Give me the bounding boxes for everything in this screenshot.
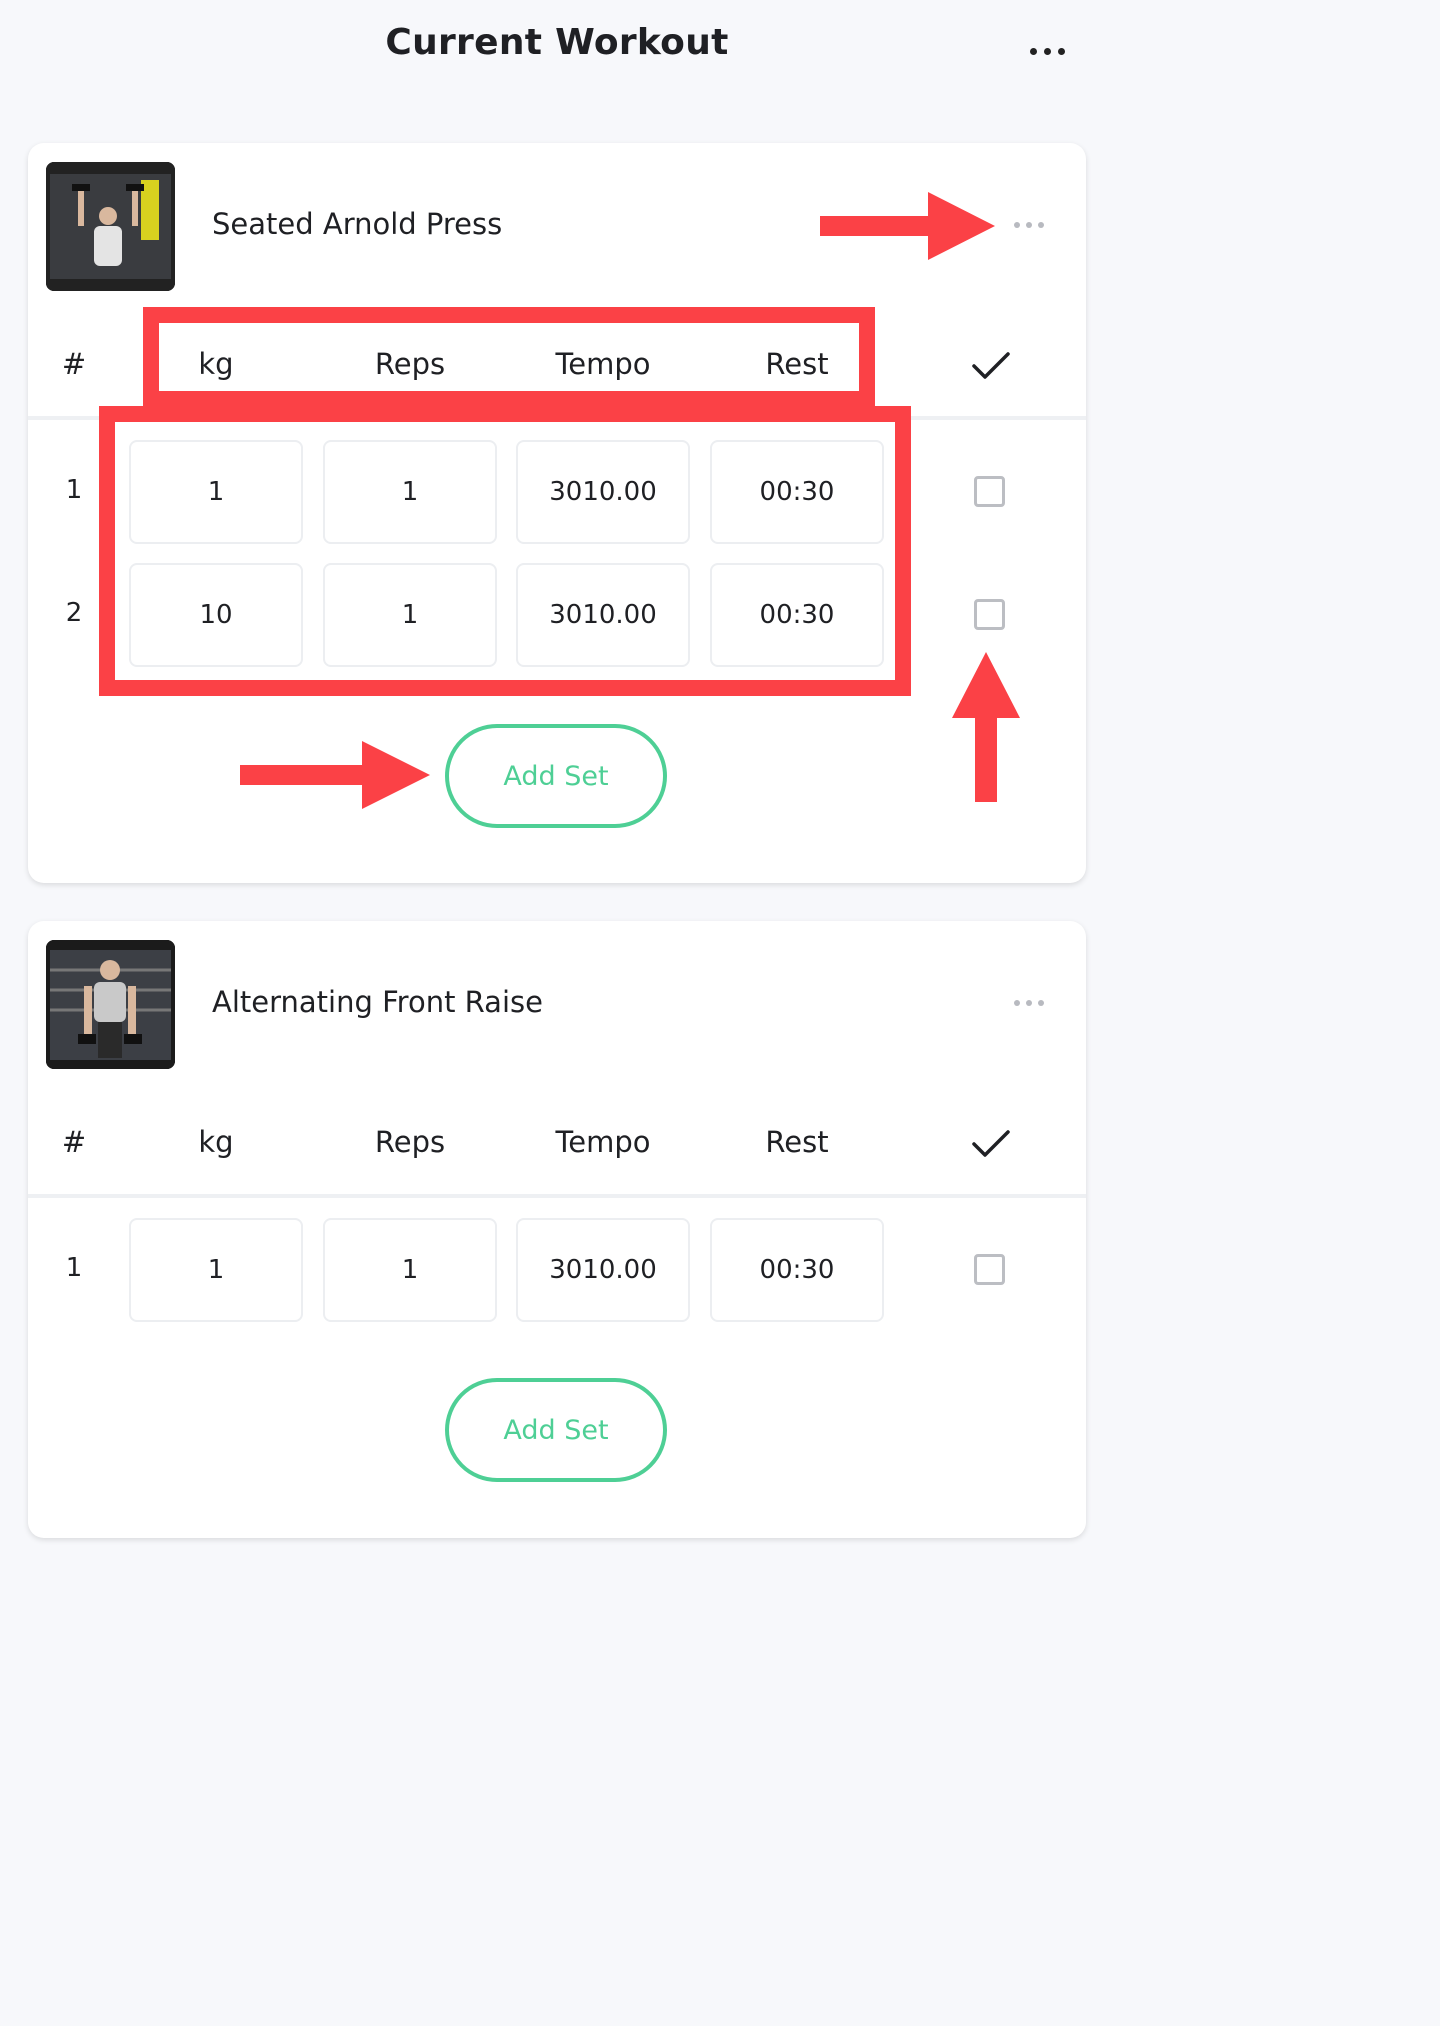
rest-input[interactable]: 00:30 [710, 1218, 884, 1322]
check-header-icon [972, 1130, 1010, 1157]
dot-icon [1044, 48, 1051, 55]
add-set-button[interactable]: Add Set [445, 724, 667, 828]
exercise-image-icon [46, 162, 175, 291]
exercise-more-menu[interactable] [1014, 1000, 1050, 1010]
dot-icon [1030, 48, 1037, 55]
reps-input[interactable]: 1 [323, 1218, 497, 1322]
page-more-menu[interactable] [1030, 48, 1070, 62]
column-header-reps: Reps [374, 1125, 446, 1159]
arrow-right-icon [240, 741, 430, 809]
dot-icon [1038, 222, 1044, 228]
check-header-icon [972, 352, 1010, 379]
dot-icon [1038, 1000, 1044, 1006]
dot-icon [1026, 1000, 1032, 1006]
column-header-number: # [61, 1125, 87, 1159]
annotation-box-set-inputs [99, 406, 911, 696]
column-header-number: # [61, 347, 87, 381]
column-header-kg: kg [198, 1125, 234, 1159]
exercise-thumbnail[interactable] [46, 162, 175, 291]
dot-icon [1014, 1000, 1020, 1006]
tempo-input[interactable]: 3010.00 [516, 1218, 690, 1322]
dot-icon [1058, 48, 1065, 55]
dot-icon [1014, 222, 1020, 228]
kg-input[interactable]: 1 [129, 1218, 303, 1322]
set-complete-checkbox[interactable] [974, 476, 1005, 507]
set-number: 1 [65, 475, 83, 505]
exercise-name: Seated Arnold Press [212, 207, 503, 241]
set-number: 1 [65, 1253, 83, 1283]
exercise-image-icon [46, 940, 175, 1069]
set-complete-checkbox[interactable] [974, 599, 1005, 630]
arrow-right-icon [820, 192, 995, 260]
exercise-thumbnail[interactable] [46, 940, 175, 1069]
add-set-button[interactable]: Add Set [445, 1378, 667, 1482]
dot-icon [1026, 222, 1032, 228]
set-number: 2 [65, 598, 83, 628]
page-title: Current Workout [385, 22, 729, 63]
column-header-rest: Rest [765, 1125, 829, 1159]
annotation-box-column-headers [143, 307, 875, 407]
arrow-up-icon [952, 652, 1020, 802]
column-header-tempo: Tempo [555, 1125, 651, 1159]
exercise-card: Alternating Front Raise # kg Reps Tempo … [28, 921, 1086, 1538]
set-complete-checkbox[interactable] [974, 1254, 1005, 1285]
header-divider [28, 1194, 1086, 1198]
exercise-name: Alternating Front Raise [212, 985, 543, 1019]
exercise-more-menu[interactable] [1014, 222, 1050, 232]
